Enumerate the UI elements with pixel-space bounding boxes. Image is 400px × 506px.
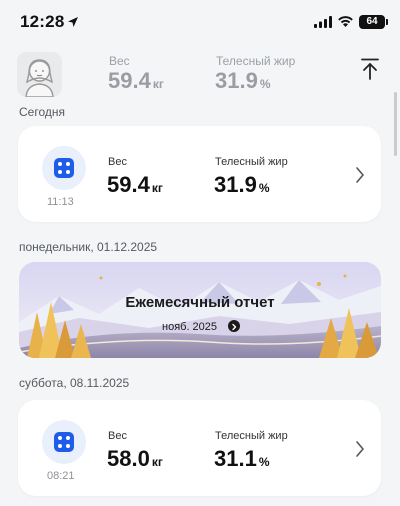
weight-label: Вес	[108, 156, 127, 168]
record-time: 08:21	[47, 470, 75, 482]
header-weight-value: 59.4 кг	[108, 68, 164, 93]
weight-label: Вес	[108, 430, 127, 442]
scroll-to-top-icon[interactable]	[360, 58, 380, 80]
header-weight-label: Вес	[109, 54, 130, 68]
header-fat-value: 31.9%	[215, 68, 271, 93]
scale-device-icon	[42, 146, 86, 190]
monthly-report-title: Ежемесячный отчет	[125, 294, 275, 311]
cellular-signal-icon	[314, 16, 332, 28]
chevron-right-icon[interactable]	[355, 166, 365, 184]
monthly-report-banner[interactable]: Ежемесячный отчет нояб. 2025	[19, 262, 381, 358]
arrow-right-circle-icon[interactable]	[228, 320, 240, 332]
scrollbar[interactable]	[394, 92, 397, 156]
header-fat-label: Телесный жир	[216, 54, 296, 68]
section-monday-label: понедельник, 01.12.2025	[19, 240, 158, 254]
section-today-label: Сегодня	[19, 105, 65, 119]
record-time: 11:13	[47, 196, 74, 208]
measurement-card-saturday[interactable]: 08:21 Вес 58.0 кг Телесный жир 31.1%	[18, 400, 381, 496]
avatar-illustration-icon	[17, 52, 62, 97]
chevron-right-icon[interactable]	[355, 440, 365, 458]
weight-value: 58.0 кг	[107, 446, 163, 471]
monthly-report-period: нояб. 2025	[162, 321, 218, 333]
section-saturday-label: суббота, 08.11.2025	[19, 376, 130, 390]
fat-value: 31.1%	[214, 446, 270, 471]
fat-value: 31.9%	[214, 172, 270, 197]
fat-label: Телесный жир	[215, 430, 288, 442]
fat-label: Телесный жир	[215, 156, 288, 168]
summary-header: Вес 59.4 кг Телесный жир 31.9%	[0, 46, 400, 102]
status-time: 12:28	[20, 12, 65, 31]
wifi-icon	[338, 16, 353, 27]
avatar[interactable]	[17, 52, 62, 97]
location-arrow-icon	[68, 17, 78, 27]
measurement-card-today[interactable]: 11:13 Вес 59.4 кг Телесный жир 31.9%	[18, 126, 381, 222]
status-bar: 12:28 64	[0, 0, 400, 46]
battery-icon: 64	[359, 15, 388, 29]
weight-value: 59.4 кг	[107, 172, 163, 197]
scale-device-icon	[42, 420, 86, 464]
